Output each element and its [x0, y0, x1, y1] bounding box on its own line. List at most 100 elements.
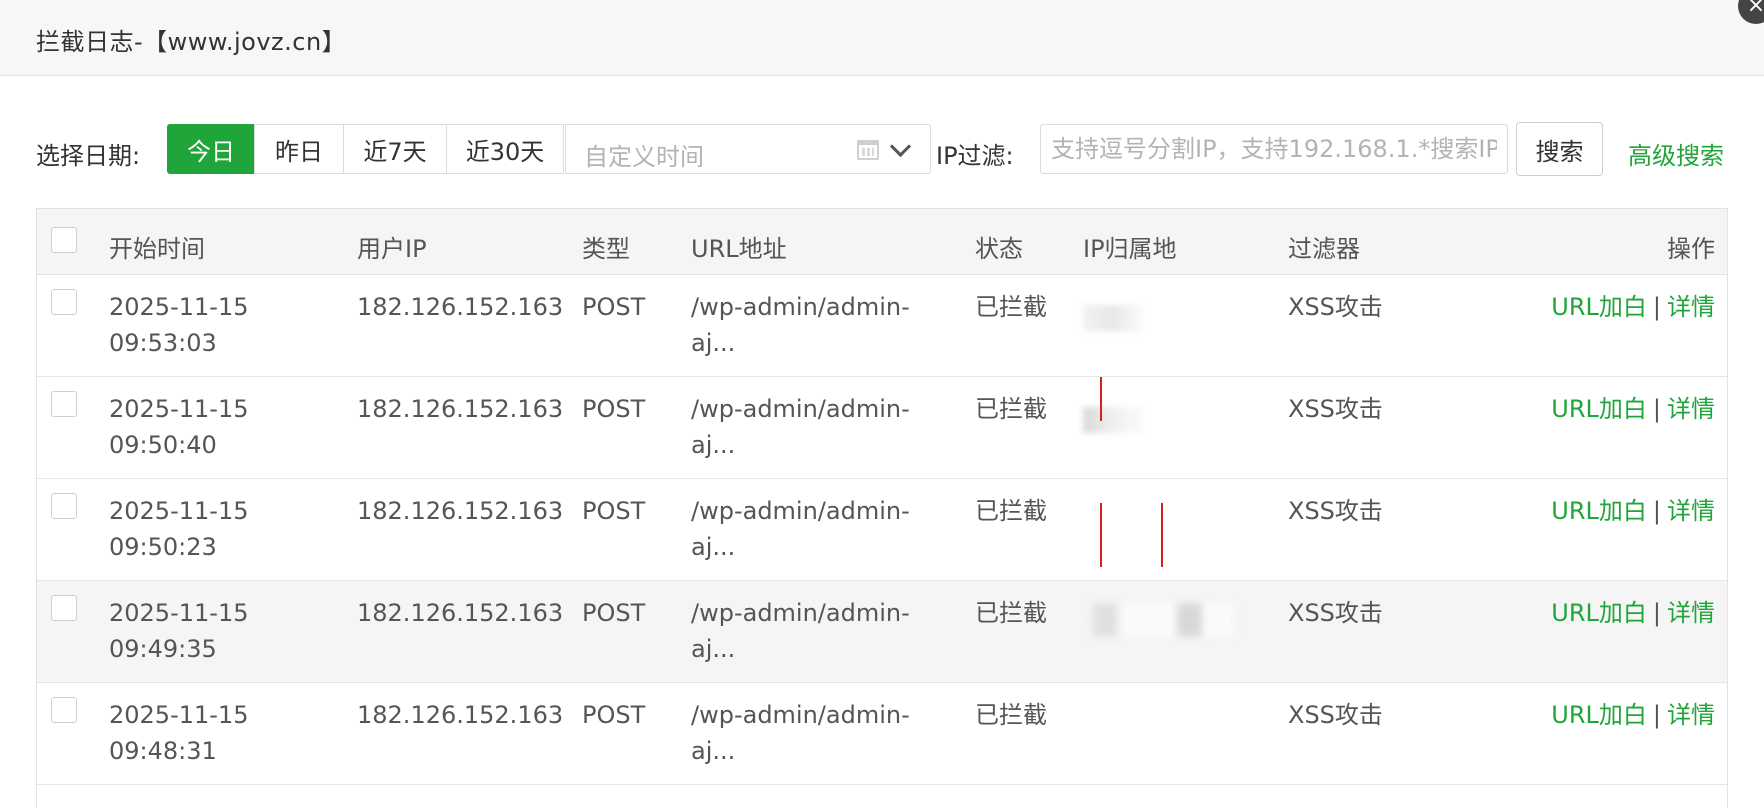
redaction-mark: [1161, 503, 1163, 567]
type-cell: POST: [582, 395, 646, 423]
filter-cell: XSS攻击: [1288, 293, 1383, 321]
action-separator: |: [1652, 497, 1661, 525]
custom-time-picker[interactable]: 自定义时间: [565, 124, 931, 174]
url-line: /wp-admin/admin-: [691, 497, 910, 525]
start-time-cell: 2025-11-15 09:50:40: [109, 391, 329, 463]
date-7days-button[interactable]: 近7天: [343, 124, 447, 174]
ip-location-redacted: [1083, 305, 1143, 331]
header-user-ip: 用户IP: [357, 235, 427, 263]
type-cell: POST: [582, 701, 646, 729]
type-cell: POST: [582, 293, 646, 321]
start-time: 09:50:23: [109, 533, 217, 561]
user-ip-cell: 182.126.152.163: [357, 701, 564, 729]
start-date: 2025-11-15: [109, 293, 249, 321]
ip-location-redacted: [1093, 603, 1233, 637]
dialog-header: 拦截日志-【www.jovz.cn】: [0, 0, 1764, 76]
url-cell: /wp-admin/admin- aj...: [691, 289, 941, 361]
header-type: 类型: [582, 235, 630, 263]
row-checkbox[interactable]: [51, 595, 77, 621]
action-separator: |: [1652, 293, 1661, 321]
url-cell: /wp-admin/admin- aj...: [691, 595, 941, 667]
action-separator: |: [1652, 599, 1661, 627]
start-time-cell: 2025-11-15 09:50:23: [109, 493, 329, 565]
details-link[interactable]: 详情: [1667, 395, 1715, 423]
url-whitelist-link[interactable]: URL加白: [1551, 497, 1647, 525]
details-link[interactable]: 详情: [1667, 701, 1715, 729]
row-checkbox[interactable]: [51, 493, 77, 519]
start-date: 2025-11-15: [109, 701, 249, 729]
start-date: 2025-11-15: [109, 599, 249, 627]
details-link[interactable]: 详情: [1667, 497, 1715, 525]
filter-cell: XSS攻击: [1288, 395, 1383, 423]
table-row: 2025-11-15 09:50:40 182.126.152.163 POST…: [37, 377, 1727, 479]
redaction-mark: [1100, 503, 1102, 567]
custom-time-placeholder: 自定义时间: [584, 143, 704, 171]
filter-cell: XSS攻击: [1288, 497, 1383, 525]
start-time: 09:53:03: [109, 329, 217, 357]
advanced-search-link[interactable]: 高级搜索: [1628, 136, 1724, 171]
filter-cell: XSS攻击: [1288, 599, 1383, 627]
header-url: URL地址: [691, 235, 787, 263]
status-cell: 已拦截: [975, 395, 1047, 423]
filter-toolbar: 选择日期: 今日 昨日 近7天 近30天 自定义时间 IP过滤: 搜索 高级搜索: [0, 122, 1764, 176]
start-time: 09:49:35: [109, 635, 217, 663]
select-all-checkbox[interactable]: [51, 227, 77, 253]
actions-cell: URL加白 | 详情: [1551, 289, 1715, 325]
start-time: 09:50:40: [109, 431, 217, 459]
date-label: 选择日期:: [36, 142, 141, 170]
log-table: 开始时间 用户IP 类型 URL地址 状态 IP归属地 过滤器 操作 2025-…: [36, 208, 1728, 808]
status-cell: 已拦截: [975, 599, 1047, 627]
url-whitelist-link[interactable]: URL加白: [1551, 701, 1647, 729]
type-cell: POST: [582, 497, 646, 525]
url-line: aj...: [691, 431, 736, 459]
url-line: /wp-admin/admin-: [691, 701, 910, 729]
start-time: 09:48:31: [109, 737, 217, 765]
url-line: aj...: [691, 329, 736, 357]
url-whitelist-link[interactable]: URL加白: [1551, 599, 1647, 627]
url-line: /wp-admin/admin-: [691, 293, 910, 321]
ip-filter-label: IP过滤:: [936, 142, 1014, 170]
url-line: /wp-admin/admin-: [691, 395, 910, 423]
url-line: aj...: [691, 737, 736, 765]
url-line: /wp-admin/admin-: [691, 599, 910, 627]
ip-filter-input[interactable]: [1040, 124, 1508, 174]
start-date: 2025-11-15: [109, 497, 249, 525]
user-ip-cell: 182.126.152.163: [357, 293, 564, 321]
date-30days-button[interactable]: 近30天: [446, 124, 564, 174]
date-today-button[interactable]: 今日: [167, 124, 255, 174]
status-cell: 已拦截: [975, 497, 1047, 525]
action-separator: |: [1652, 395, 1661, 423]
details-link[interactable]: 详情: [1667, 293, 1715, 321]
header-start-time: 开始时间: [109, 235, 205, 263]
table-row: 2025-11-15 09:49:35 182.126.152.163 POST…: [37, 581, 1727, 683]
table-row: 2025-11-15 09:50:23 182.126.152.163 POST…: [37, 479, 1727, 581]
start-time-cell: 2025-11-15 09:48:31: [109, 697, 329, 769]
url-line: aj...: [691, 533, 736, 561]
actions-cell: URL加白 | 详情: [1551, 391, 1715, 427]
header-actions: 操作: [1667, 235, 1715, 263]
row-checkbox[interactable]: [51, 391, 77, 417]
redaction-mark: [1100, 377, 1102, 421]
url-whitelist-link[interactable]: URL加白: [1551, 293, 1647, 321]
url-cell: /wp-admin/admin- aj...: [691, 493, 941, 565]
search-button[interactable]: 搜索: [1516, 122, 1603, 176]
table-header: 开始时间 用户IP 类型 URL地址 状态 IP归属地 过滤器 操作: [37, 209, 1727, 275]
row-checkbox[interactable]: [51, 289, 77, 315]
url-whitelist-link[interactable]: URL加白: [1551, 395, 1647, 423]
start-time-cell: 2025-11-15 09:49:35: [109, 595, 329, 667]
table-row: 2025-11-15 09:53:03 182.126.152.163 POST…: [37, 275, 1727, 377]
header-ip-location: IP归属地: [1083, 235, 1177, 263]
start-date: 2025-11-15: [109, 395, 249, 423]
chevron-down-icon[interactable]: [889, 135, 912, 158]
header-filter: 过滤器: [1288, 235, 1360, 263]
date-yesterday-button[interactable]: 昨日: [254, 124, 344, 174]
url-cell: /wp-admin/admin- aj...: [691, 697, 941, 769]
action-separator: |: [1652, 701, 1661, 729]
details-link[interactable]: 详情: [1667, 599, 1715, 627]
calendar-icon: [857, 140, 879, 160]
url-cell: /wp-admin/admin- aj...: [691, 391, 941, 463]
user-ip-cell: 182.126.152.163: [357, 395, 564, 423]
user-ip-cell: 182.126.152.163: [357, 497, 564, 525]
row-checkbox[interactable]: [51, 697, 77, 723]
date-range-group: 今日 昨日 近7天 近30天: [167, 124, 564, 174]
